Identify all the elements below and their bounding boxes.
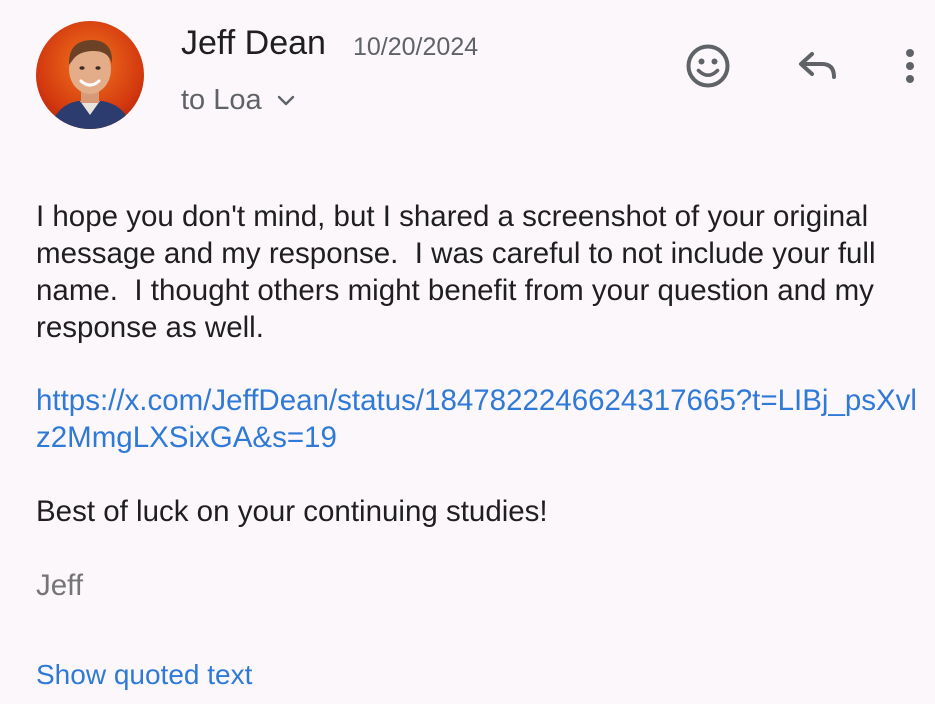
avatar-photo: [36, 21, 144, 129]
email-message-view: Jeff Dean 10/20/2024 to Loa I hope you d…: [0, 0, 935, 704]
more-options-button[interactable]: [890, 40, 930, 96]
reply-arrow-icon: [796, 48, 840, 89]
chevron-down-icon: [276, 94, 296, 108]
message-link[interactable]: https://x.com/JeffDean/status/1847822246…: [36, 382, 921, 456]
sender-avatar[interactable]: [36, 21, 144, 129]
smiley-face-icon: [684, 42, 732, 95]
message-signature: Jeff: [36, 569, 84, 602]
recipient-details-toggle[interactable]: to Loa: [181, 84, 296, 117]
reply-button[interactable]: [790, 40, 846, 96]
add-reaction-button[interactable]: [680, 40, 736, 96]
sent-date: 10/20/2024: [353, 33, 479, 61]
recipient-label: to Loa: [181, 84, 262, 116]
message-closing: Best of luck on your continuing studies!: [36, 495, 548, 528]
message-body-paragraph: I hope you don't mind, but I shared a sc…: [36, 200, 884, 344]
sender-name: Jeff Dean: [181, 24, 326, 62]
show-quoted-text-link[interactable]: Show quoted text: [36, 656, 252, 693]
more-vertical-icon: [904, 46, 916, 91]
